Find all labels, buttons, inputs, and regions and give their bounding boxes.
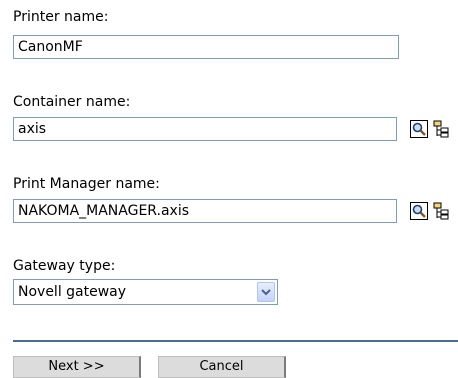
dropdown-arrow-button[interactable] — [257, 282, 275, 302]
search-icon — [411, 203, 427, 219]
divider — [13, 340, 458, 342]
container-name-field[interactable]: axis — [13, 117, 397, 141]
print-manager-browse-button[interactable] — [432, 202, 450, 220]
gateway-type-value: Novell gateway — [18, 284, 127, 300]
printer-name-label: Printer name: — [13, 9, 109, 25]
container-search-button[interactable] — [410, 120, 428, 138]
search-icon — [411, 121, 427, 137]
printer-name-field[interactable]: CanonMF — [13, 35, 399, 59]
gateway-type-select[interactable]: Novell gateway — [13, 279, 278, 305]
print-manager-search-button[interactable] — [410, 202, 428, 220]
print-manager-name-label: Print Manager name: — [13, 176, 160, 192]
container-name-label: Container name: — [13, 94, 131, 110]
browse-tree-icon — [433, 120, 449, 138]
browse-tree-icon — [433, 202, 449, 220]
container-browse-button[interactable] — [432, 120, 450, 138]
print-manager-name-field[interactable]: NAKOMA_MANAGER.axis — [13, 199, 397, 223]
chevron-down-icon — [261, 289, 271, 296]
gateway-type-label: Gateway type: — [13, 258, 116, 274]
